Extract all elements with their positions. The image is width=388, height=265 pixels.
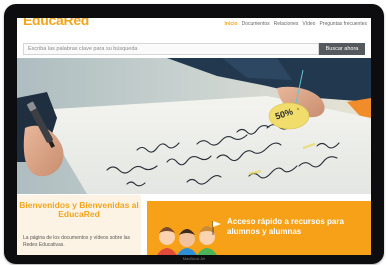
welcome-text: La página de los documentos y vídeos sob… (23, 235, 131, 248)
quick-access-text[interactable]: Acceso rápido a recursos para alumnos y … (227, 217, 371, 236)
nav-item-inicio[interactable]: Inicio (225, 21, 238, 27)
welcome-title: Bienvenidos y Bienvenidas al EducaRed (19, 200, 139, 219)
nav-item-video[interactable]: Vídeo (302, 21, 315, 27)
search-input[interactable] (23, 43, 319, 55)
nav-item-documentos[interactable]: Documentos (242, 21, 270, 27)
nav-item-preguntas[interactable]: Preguntas frecuentes (319, 21, 367, 27)
hero-photo (17, 58, 371, 194)
children-illustration (157, 221, 221, 255)
site-header: EducaRed Inicio Documentos Relaciones Ví… (17, 18, 371, 40)
quick-access-banner[interactable]: Acceso rápido a recursos para alumnos y … (147, 201, 371, 255)
welcome-panel: Bienvenidos y Bienvenidas al EducaRed La… (17, 195, 141, 255)
hero-image: 50% (17, 58, 371, 194)
search-button[interactable]: Buscar ahora (319, 43, 365, 55)
device-label: MacBook Air (182, 256, 206, 261)
search-bar: Buscar ahora (23, 43, 365, 55)
laptop-frame: MacBook Air EducaRed Inicio Documentos R… (4, 4, 384, 264)
nav-item-relaciones[interactable]: Relaciones (274, 21, 299, 27)
browser-screen: EducaRed Inicio Documentos Relaciones Ví… (17, 18, 371, 255)
main-nav: Inicio Documentos Relaciones Vídeo Pregu… (225, 21, 368, 27)
site-logo[interactable]: EducaRed (23, 18, 89, 28)
